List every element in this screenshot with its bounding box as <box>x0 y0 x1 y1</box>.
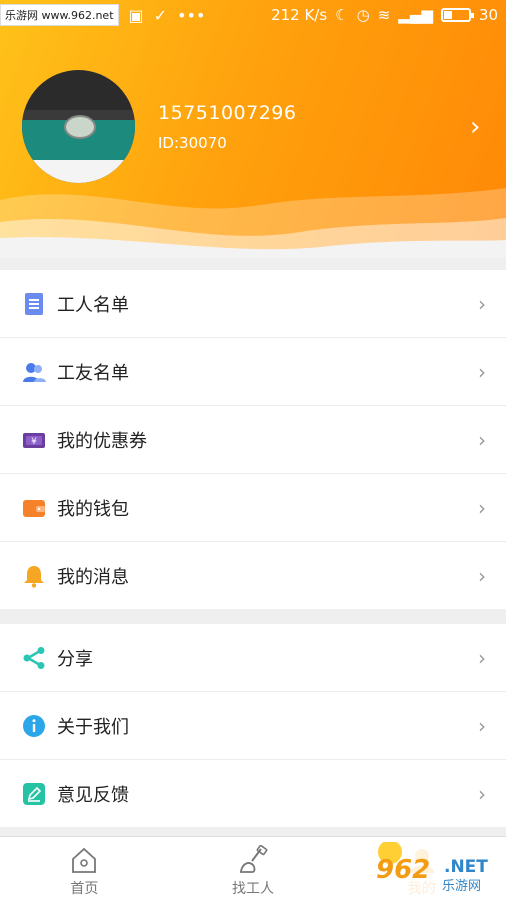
document-list-icon <box>25 293 43 315</box>
menu-item-about[interactable]: 关于我们 › <box>0 692 506 760</box>
image-icon: ▣ <box>128 5 144 25</box>
menu-item-label: 关于我们 <box>57 716 129 738</box>
site-watermark: 乐游网 www.962.net <box>0 4 119 26</box>
find-worker-icon <box>240 845 268 873</box>
chevron-right-icon: › <box>478 359 486 384</box>
menu-item-coworker-list[interactable]: 工友名单 › <box>0 338 506 406</box>
svg-text:.NET: .NET <box>444 857 488 877</box>
profile-chevron-icon[interactable]: › <box>470 112 480 142</box>
svg-text:962: 962 <box>376 855 430 885</box>
share-icon <box>23 647 45 669</box>
menu-group-secondary: 分享 › 关于我们 › 意见反馈 › <box>0 624 506 827</box>
feedback-icon <box>23 783 45 805</box>
menu-item-share[interactable]: 分享 › <box>0 624 506 692</box>
home-icon <box>72 847 97 873</box>
menu-item-feedback[interactable]: 意见反馈 › <box>0 760 506 827</box>
menu-item-label: 分享 <box>57 648 93 670</box>
profile-header: 15751007296 ID:30070 › <box>0 0 506 258</box>
tab-home[interactable]: 首页 <box>0 837 169 901</box>
menu-item-messages[interactable]: 我的消息 › <box>0 542 506 609</box>
wifi-icon: ≋ <box>377 6 391 24</box>
chevron-right-icon: › <box>478 563 486 588</box>
chevron-right-icon: › <box>478 713 486 738</box>
chevron-right-icon: › <box>478 645 486 670</box>
chevron-right-icon: › <box>478 291 486 316</box>
chevron-right-icon: › <box>478 495 486 520</box>
info-icon <box>23 715 45 737</box>
bell-icon <box>24 566 44 588</box>
tab-label: 找工人 <box>232 881 274 897</box>
status-bar: 乐游网 www.962.net ▣ ✓ ••• 212 K/s ☾ ◷ ≋ ▂▄… <box>0 0 506 30</box>
moon-icon: ☾ <box>335 6 349 24</box>
menu-item-label: 我的优惠券 <box>57 430 147 452</box>
wallet-icon <box>23 500 45 517</box>
menu-item-label: 我的消息 <box>57 566 129 588</box>
chevron-right-icon: › <box>478 781 486 806</box>
menu-item-coupons[interactable]: ¥ 我的优惠券 › <box>0 406 506 474</box>
svg-text:¥: ¥ <box>31 437 37 447</box>
svg-text:乐游网: 乐游网 <box>442 879 481 894</box>
tab-find-worker[interactable]: 找工人 <box>169 837 338 901</box>
network-speed: 212 K/s <box>271 6 328 24</box>
tab-label: 首页 <box>70 881 99 897</box>
menu-item-worker-list[interactable]: 工人名单 › <box>0 270 506 338</box>
user-phone[interactable]: 15751007296 <box>158 102 296 124</box>
user-id: ID:30070 <box>158 134 227 152</box>
battery-icon <box>440 8 474 22</box>
users-icon <box>23 363 46 382</box>
check-circle-icon: ✓ <box>153 5 168 25</box>
more-icon: ••• <box>177 5 206 25</box>
menu-item-label: 工人名单 <box>57 294 129 316</box>
menu-item-label: 意见反馈 <box>57 784 129 806</box>
menu-item-label: 我的钱包 <box>57 498 129 520</box>
menu-item-label: 工友名单 <box>57 362 129 384</box>
battery-level: 30 <box>478 6 498 24</box>
alarm-icon: ◷ <box>356 6 370 24</box>
signal-icon: ▂▄▆ <box>398 6 433 24</box>
site-logo-watermark: 962 .NET 乐游网 <box>368 840 502 896</box>
chevron-right-icon: › <box>478 427 486 452</box>
menu-item-wallet[interactable]: 我的钱包 › <box>0 474 506 542</box>
avatar[interactable] <box>22 70 135 183</box>
coupon-icon: ¥ <box>23 433 45 448</box>
menu-group-main: 工人名单 › 工友名单 › ¥ 我的优惠券 › 我的钱包 › 我的消息 › <box>0 270 506 609</box>
